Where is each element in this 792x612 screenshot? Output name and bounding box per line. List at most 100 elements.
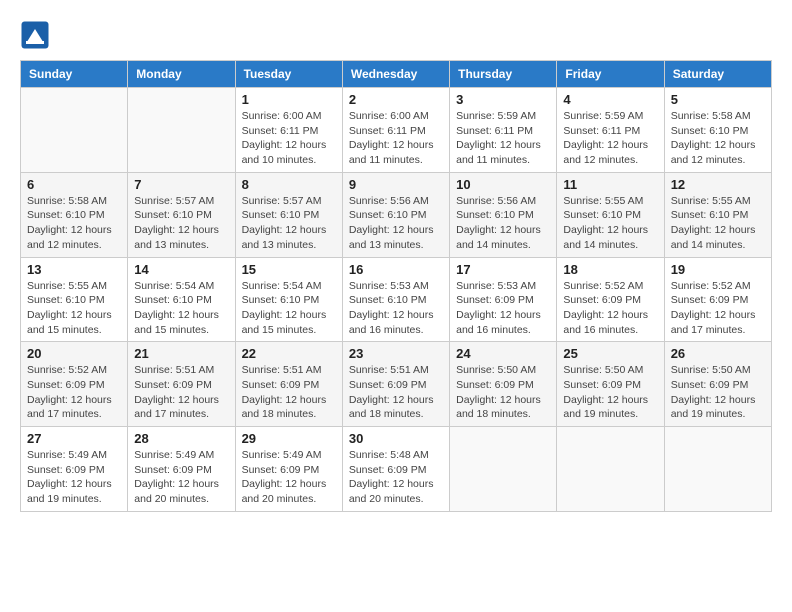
day-number: 13 (27, 262, 121, 277)
day-info: Sunrise: 5:52 AM Sunset: 6:09 PM Dayligh… (563, 279, 657, 338)
calendar-header-monday: Monday (128, 61, 235, 88)
day-info: Sunrise: 5:57 AM Sunset: 6:10 PM Dayligh… (134, 194, 228, 253)
calendar-cell: 18 Sunrise: 5:52 AM Sunset: 6:09 PM Dayli… (557, 257, 664, 342)
header (20, 20, 772, 50)
calendar-cell: 16Sunrise: 5:53 AM Sunset: 6:10 PM Dayli… (342, 257, 449, 342)
day-info: Sunrise: 5:49 AM Sunset: 6:09 PM Dayligh… (242, 448, 336, 507)
logo (20, 20, 54, 50)
calendar-cell (128, 88, 235, 173)
day-number: 8 (242, 177, 336, 192)
day-number: 3 (456, 92, 550, 107)
calendar-cell: 28 Sunrise: 5:49 AM Sunset: 6:09 PM Dayli… (128, 427, 235, 512)
calendar-header-thursday: Thursday (450, 61, 557, 88)
day-number: 19 (671, 262, 765, 277)
day-info: Sunrise: 5:59 AM Sunset: 6:11 PM Dayligh… (563, 109, 657, 168)
calendar-week-row: 6Sunrise: 5:58 AM Sunset: 6:10 PM Daylig… (21, 172, 772, 257)
day-number: 9 (349, 177, 443, 192)
calendar-cell (557, 427, 664, 512)
logo-icon (20, 20, 50, 50)
day-info: Sunrise: 5:54 AM Sunset: 6:10 PM Dayligh… (242, 279, 336, 338)
calendar-cell: 21 Sunrise: 5:51 AM Sunset: 6:09 PM Dayli… (128, 342, 235, 427)
day-info: Sunrise: 5:56 AM Sunset: 6:10 PM Dayligh… (349, 194, 443, 253)
day-number: 11 (563, 177, 657, 192)
day-info: Sunrise: 5:55 AM Sunset: 6:10 PM Dayligh… (671, 194, 765, 253)
day-number: 12 (671, 177, 765, 192)
day-info: Sunrise: 5:54 AM Sunset: 6:10 PM Dayligh… (134, 279, 228, 338)
calendar-cell: 20 Sunrise: 5:52 AM Sunset: 6:09 PM Dayli… (21, 342, 128, 427)
calendar-cell: 6Sunrise: 5:58 AM Sunset: 6:10 PM Daylig… (21, 172, 128, 257)
day-info: Sunrise: 5:51 AM Sunset: 6:09 PM Dayligh… (242, 363, 336, 422)
calendar-cell (664, 427, 771, 512)
calendar-cell: 9 Sunrise: 5:56 AM Sunset: 6:10 PM Daylig… (342, 172, 449, 257)
calendar-cell: 7 Sunrise: 5:57 AM Sunset: 6:10 PM Daylig… (128, 172, 235, 257)
calendar-week-row: 1 Sunrise: 6:00 AM Sunset: 6:11 PM Daylig… (21, 88, 772, 173)
day-number: 2 (349, 92, 443, 107)
day-number: 22 (242, 346, 336, 361)
day-number: 15 (242, 262, 336, 277)
calendar-week-row: 13 Sunrise: 5:55 AM Sunset: 6:10 PM Dayli… (21, 257, 772, 342)
day-number: 26 (671, 346, 765, 361)
calendar-cell (21, 88, 128, 173)
calendar-cell: 24Sunrise: 5:50 AM Sunset: 6:09 PM Dayli… (450, 342, 557, 427)
day-number: 30 (349, 431, 443, 446)
calendar-header-wednesday: Wednesday (342, 61, 449, 88)
calendar-cell: 30 Sunrise: 5:48 AM Sunset: 6:09 PM Dayli… (342, 427, 449, 512)
day-info: Sunrise: 6:00 AM Sunset: 6:11 PM Dayligh… (242, 109, 336, 168)
day-number: 1 (242, 92, 336, 107)
day-number: 23 (349, 346, 443, 361)
calendar-header-saturday: Saturday (664, 61, 771, 88)
day-info: Sunrise: 5:50 AM Sunset: 6:09 PM Dayligh… (671, 363, 765, 422)
calendar-cell: 17Sunrise: 5:53 AM Sunset: 6:09 PM Dayli… (450, 257, 557, 342)
day-number: 25 (563, 346, 657, 361)
day-number: 10 (456, 177, 550, 192)
calendar-cell: 23 Sunrise: 5:51 AM Sunset: 6:09 PM Dayli… (342, 342, 449, 427)
calendar-cell: 12 Sunrise: 5:55 AM Sunset: 6:10 PM Dayli… (664, 172, 771, 257)
calendar-cell: 14 Sunrise: 5:54 AM Sunset: 6:10 PM Dayli… (128, 257, 235, 342)
calendar-cell: 26 Sunrise: 5:50 AM Sunset: 6:09 PM Dayli… (664, 342, 771, 427)
day-number: 18 (563, 262, 657, 277)
calendar-cell: 5 Sunrise: 5:58 AM Sunset: 6:10 PM Daylig… (664, 88, 771, 173)
day-info: Sunrise: 5:49 AM Sunset: 6:09 PM Dayligh… (134, 448, 228, 507)
day-info: Sunrise: 5:48 AM Sunset: 6:09 PM Dayligh… (349, 448, 443, 507)
day-number: 20 (27, 346, 121, 361)
day-number: 27 (27, 431, 121, 446)
day-number: 29 (242, 431, 336, 446)
day-info: Sunrise: 5:53 AM Sunset: 6:09 PM Dayligh… (456, 279, 550, 338)
day-number: 5 (671, 92, 765, 107)
calendar-header-friday: Friday (557, 61, 664, 88)
day-number: 7 (134, 177, 228, 192)
calendar-header-sunday: Sunday (21, 61, 128, 88)
calendar-cell: 10 Sunrise: 5:56 AM Sunset: 6:10 PM Dayli… (450, 172, 557, 257)
day-number: 28 (134, 431, 228, 446)
day-info: Sunrise: 5:51 AM Sunset: 6:09 PM Dayligh… (134, 363, 228, 422)
calendar-cell: 27Sunrise: 5:49 AM Sunset: 6:09 PM Dayli… (21, 427, 128, 512)
day-info: Sunrise: 6:00 AM Sunset: 6:11 PM Dayligh… (349, 109, 443, 168)
calendar-cell: 25Sunrise: 5:50 AM Sunset: 6:09 PM Dayli… (557, 342, 664, 427)
day-number: 16 (349, 262, 443, 277)
day-info: Sunrise: 5:51 AM Sunset: 6:09 PM Dayligh… (349, 363, 443, 422)
calendar-week-row: 20 Sunrise: 5:52 AM Sunset: 6:09 PM Dayli… (21, 342, 772, 427)
day-number: 4 (563, 92, 657, 107)
day-info: Sunrise: 5:58 AM Sunset: 6:10 PM Dayligh… (27, 194, 121, 253)
calendar: SundayMondayTuesdayWednesdayThursdayFrid… (20, 60, 772, 512)
day-info: Sunrise: 5:57 AM Sunset: 6:10 PM Dayligh… (242, 194, 336, 253)
day-info: Sunrise: 5:55 AM Sunset: 6:10 PM Dayligh… (563, 194, 657, 253)
calendar-header-tuesday: Tuesday (235, 61, 342, 88)
day-info: Sunrise: 5:50 AM Sunset: 6:09 PM Dayligh… (456, 363, 550, 422)
day-number: 21 (134, 346, 228, 361)
day-number: 14 (134, 262, 228, 277)
calendar-cell: 15 Sunrise: 5:54 AM Sunset: 6:10 PM Dayli… (235, 257, 342, 342)
day-info: Sunrise: 5:52 AM Sunset: 6:09 PM Dayligh… (671, 279, 765, 338)
calendar-cell: 4 Sunrise: 5:59 AM Sunset: 6:11 PM Daylig… (557, 88, 664, 173)
day-info: Sunrise: 5:52 AM Sunset: 6:09 PM Dayligh… (27, 363, 121, 422)
calendar-header-row: SundayMondayTuesdayWednesdayThursdayFrid… (21, 61, 772, 88)
day-info: Sunrise: 5:58 AM Sunset: 6:10 PM Dayligh… (671, 109, 765, 168)
day-info: Sunrise: 5:59 AM Sunset: 6:11 PM Dayligh… (456, 109, 550, 168)
day-info: Sunrise: 5:55 AM Sunset: 6:10 PM Dayligh… (27, 279, 121, 338)
calendar-cell (450, 427, 557, 512)
calendar-cell: 3 Sunrise: 5:59 AM Sunset: 6:11 PM Daylig… (450, 88, 557, 173)
calendar-cell: 1 Sunrise: 6:00 AM Sunset: 6:11 PM Daylig… (235, 88, 342, 173)
day-info: Sunrise: 5:56 AM Sunset: 6:10 PM Dayligh… (456, 194, 550, 253)
calendar-cell: 8 Sunrise: 5:57 AM Sunset: 6:10 PM Daylig… (235, 172, 342, 257)
calendar-cell: 13 Sunrise: 5:55 AM Sunset: 6:10 PM Dayli… (21, 257, 128, 342)
